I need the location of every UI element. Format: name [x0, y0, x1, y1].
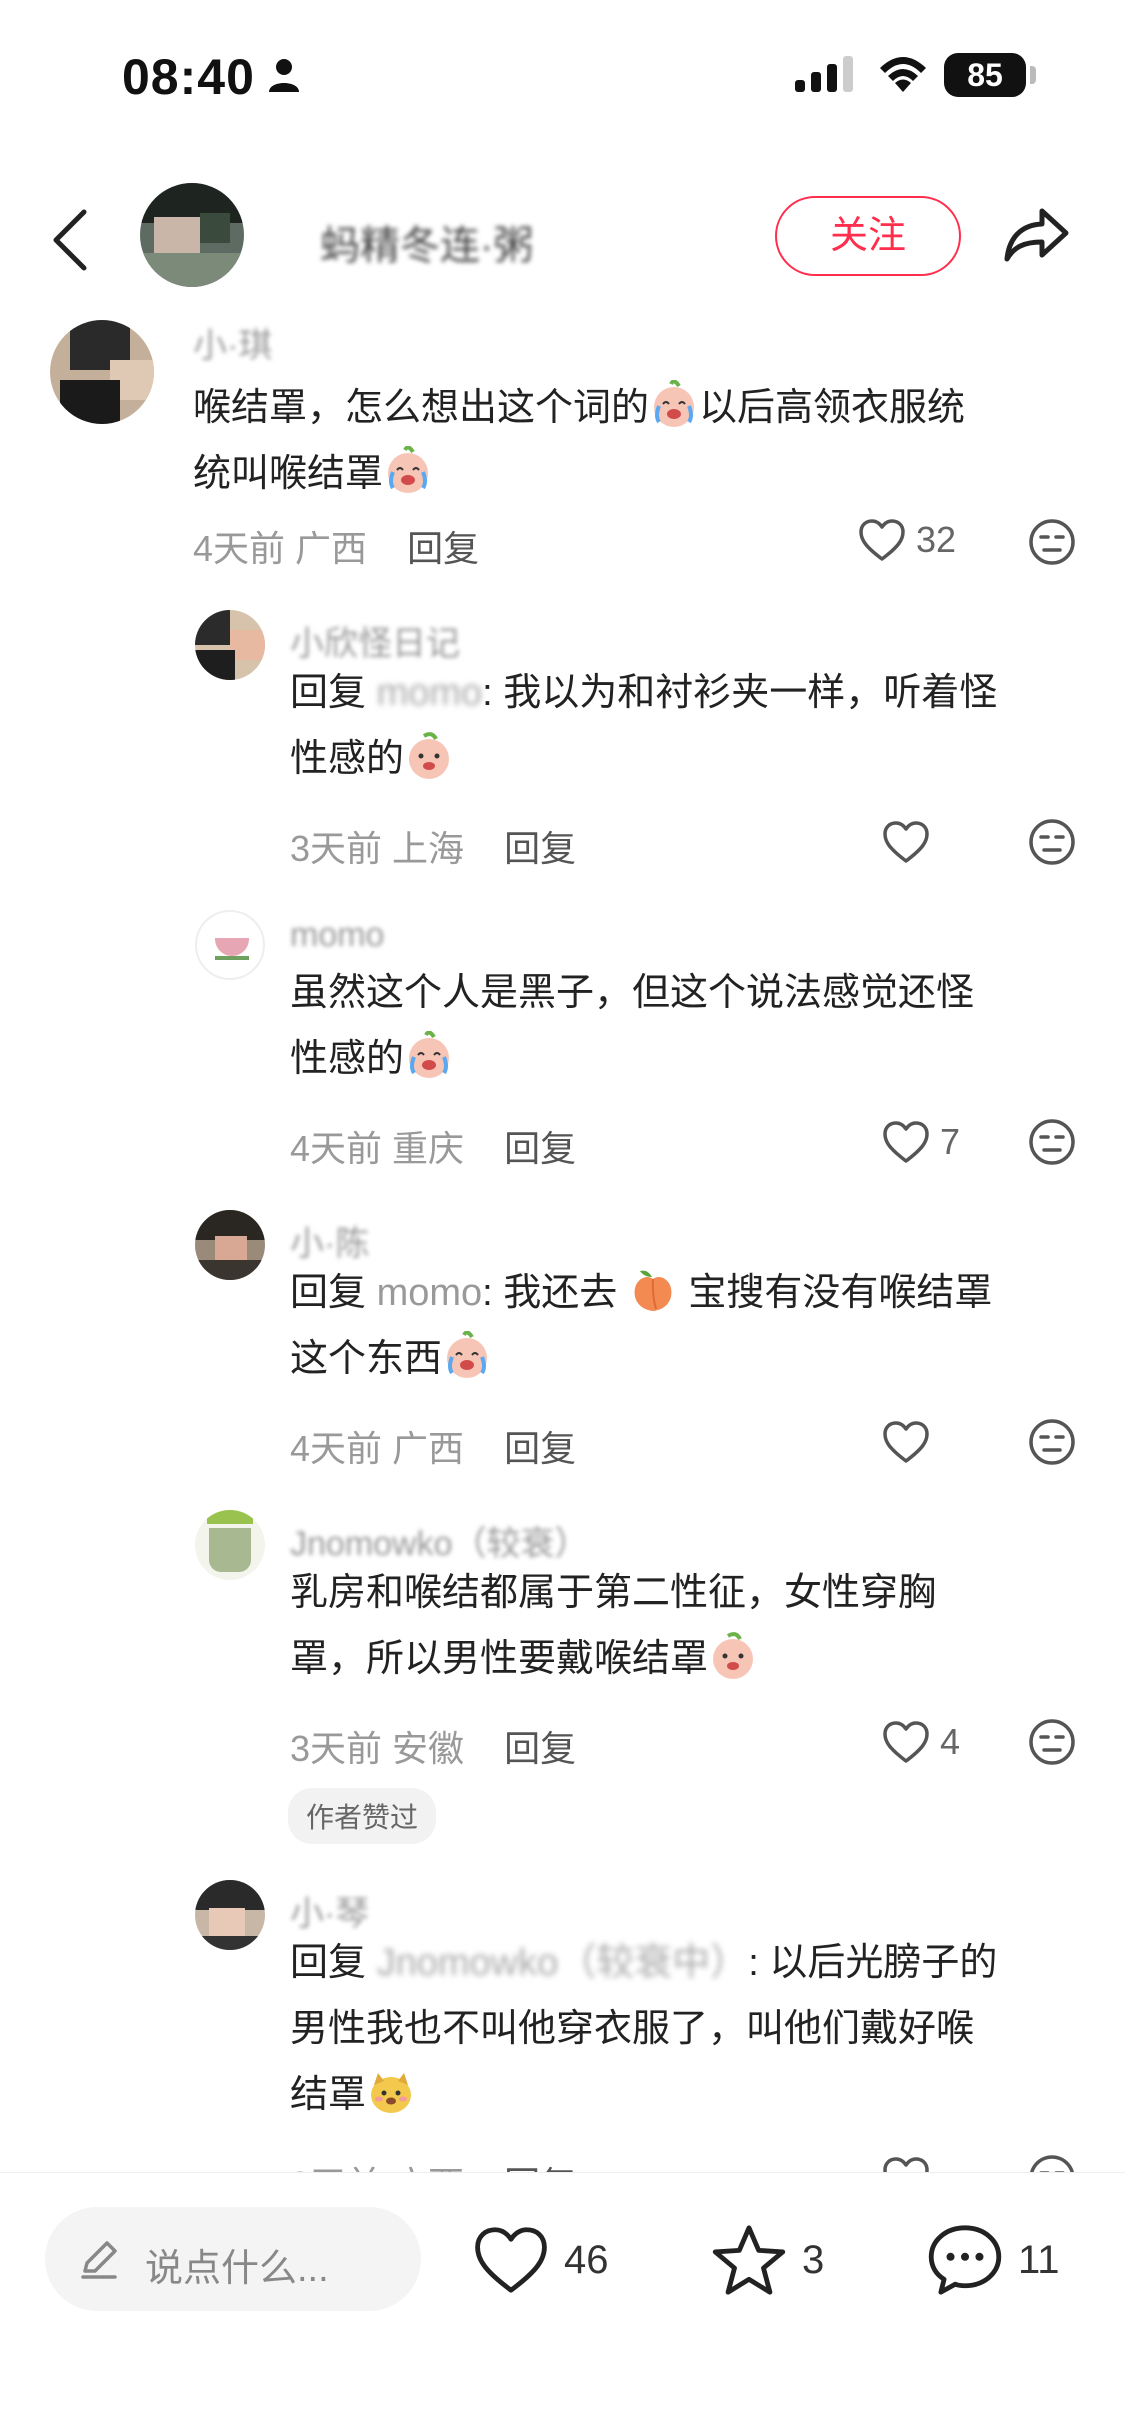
battery-level: 85	[944, 53, 1026, 97]
like-button[interactable]: 4	[882, 1720, 960, 1764]
comment-text[interactable]: 喉结罩，怎么想出这个词的 以后高领衣服统 统叫喉结罩	[193, 375, 1073, 507]
post-header: 蚂精冬连·粥 关注	[0, 180, 1125, 300]
reply-button[interactable]: 回复	[504, 2164, 576, 2172]
peach-emoji	[409, 732, 450, 779]
like-count: 32	[916, 519, 957, 560]
like-count: 7	[940, 1121, 961, 1162]
comment-text[interactable]: 乳房和喉结都属于第二性征，女性穿胸 罩，所以男性要戴喉结罩	[290, 1560, 1080, 1692]
battery-cap	[1030, 66, 1036, 84]
post-like-count: 46	[564, 2237, 609, 2282]
commenter-avatar[interactable]	[195, 610, 265, 680]
like-button[interactable]	[882, 1420, 940, 1464]
dislike-icon[interactable]	[1028, 1118, 1076, 1166]
comment-location: 广西	[392, 1428, 465, 1469]
comment-location: 广西	[295, 528, 368, 569]
heart-icon	[475, 2227, 547, 2293]
like-button[interactable]	[882, 820, 940, 864]
dislike-icon[interactable]	[1028, 1418, 1076, 1466]
comment-text[interactable]: 虽然这个人是黑子，但这个说法感觉还怪 性感的	[290, 960, 1080, 1092]
commenter-avatar[interactable]	[195, 910, 265, 980]
comment-list[interactable]: 小·琪 喉结罩，怎么想出这个词的 以后高领衣服统 统叫喉结罩 4天前 广西 回复 3…	[0, 310, 1125, 2172]
comment-location: 上海	[392, 828, 465, 869]
shy-dog-emoji	[371, 2073, 412, 2113]
post-like-button[interactable]: 46	[472, 2225, 609, 2295]
comment-location: 重庆	[392, 1128, 465, 1169]
comment-text[interactable]: 回复 Jnomowko（较衰中）: 以后光膀子的 男性我也不叫他穿衣服了，叫他们戴…	[290, 1930, 1080, 2128]
comment-time: 3天前	[290, 2164, 382, 2172]
commenter-name[interactable]: 小·琪	[193, 318, 272, 367]
reply-button[interactable]: 回复	[504, 1428, 576, 1469]
comment-input-placeholder: 说点什么...	[145, 2248, 329, 2290]
like-button[interactable]: 32	[858, 518, 956, 562]
crying-laughing-emoji	[447, 1331, 488, 1378]
back-arrow-icon[interactable]	[50, 208, 90, 272]
comment-count: 11	[1018, 2237, 1060, 2282]
star-icon	[712, 2225, 786, 2295]
follow-button[interactable]: 关注	[775, 196, 961, 276]
commenter-avatar[interactable]	[195, 1210, 265, 1280]
like-count: 4	[940, 1721, 961, 1762]
like-button[interactable]: 7	[882, 1120, 960, 1164]
comment-time: 4天前	[290, 1428, 383, 1469]
author-avatar[interactable]	[140, 183, 244, 287]
comment-meta: 4天前 重庆 回复	[290, 1120, 576, 1172]
share-icon[interactable]	[1002, 205, 1072, 265]
commenter-name[interactable]: 小欣怪日记	[290, 616, 460, 665]
status-bar: 08:40 85	[0, 0, 1125, 150]
commenter-name[interactable]: momo	[290, 916, 384, 955]
crying-laughing-emoji	[409, 1031, 450, 1078]
heart-icon	[883, 1121, 929, 1163]
status-time: 08:40	[122, 49, 255, 105]
bottom-action-bar: 说点什么... 46 3 11	[0, 2172, 1125, 2436]
peach-emoji	[713, 1632, 754, 1679]
reply-button[interactable]: 回复	[504, 1728, 576, 1769]
heart-icon	[883, 1721, 929, 1763]
commenter-avatar[interactable]	[195, 1880, 265, 1950]
comment-time: 4天前	[290, 1128, 383, 1169]
heart-icon	[883, 821, 929, 863]
crying-laughing-emoji	[654, 380, 695, 427]
collect-button[interactable]: 3	[710, 2223, 824, 2297]
like-button[interactable]	[882, 2156, 940, 2172]
wifi-icon	[880, 57, 926, 92]
comment-text[interactable]: 回复 momo: 我以为和衬衫夹一样，听着怪 性感的	[290, 660, 1080, 792]
peach-emoji	[634, 1270, 672, 1311]
comment-location: 广西	[392, 2164, 464, 2172]
heart-icon	[859, 519, 905, 561]
comment-meta: 3天前 广西 回复	[290, 2156, 576, 2172]
comment-meta: 4天前 广西 回复	[290, 1420, 576, 1472]
reply-button[interactable]: 回复	[407, 528, 479, 569]
heart-icon	[883, 2157, 929, 2172]
reply-button[interactable]: 回复	[504, 1128, 576, 1169]
author-liked-badge: 作者赞过	[288, 1788, 437, 1844]
comment-location: 安徽	[392, 1728, 465, 1769]
dislike-icon[interactable]	[1028, 1718, 1076, 1766]
comment-input[interactable]: 说点什么...	[45, 2207, 421, 2311]
commenter-name[interactable]: 小·陈	[290, 1216, 369, 1265]
dislike-icon[interactable]	[1028, 2154, 1076, 2172]
commenter-avatar[interactable]	[195, 1510, 265, 1580]
heart-icon	[883, 1421, 929, 1463]
comment-meta: 3天前 安徽 回复	[290, 1720, 576, 1772]
dislike-icon[interactable]	[1028, 518, 1076, 566]
comment-meta: 4天前 广西 回复	[193, 520, 479, 572]
dislike-icon[interactable]	[1028, 818, 1076, 866]
reply-button[interactable]: 回复	[504, 828, 576, 869]
collect-count: 3	[802, 2237, 825, 2282]
crying-laughing-emoji	[388, 446, 429, 493]
commenter-name[interactable]: 小·琴	[290, 1886, 369, 1935]
comment-time: 4天前	[193, 528, 286, 569]
comment-time: 3天前	[290, 1728, 383, 1769]
signal-icon	[795, 56, 853, 92]
comment-text[interactable]: 回复 momo: 我还去 宝搜有没有喉结罩 这个东西	[290, 1260, 1080, 1392]
comment-bubble-icon	[928, 2225, 1002, 2295]
comment-time: 3天前	[290, 828, 383, 869]
commenter-name[interactable]: Jnomowko（较衰）	[290, 1516, 589, 1565]
author-name[interactable]: 蚂精冬连·粥	[320, 213, 533, 271]
person-icon	[269, 59, 299, 92]
pen-icon	[81, 2241, 117, 2279]
comment-meta: 3天前 上海 回复	[290, 820, 576, 872]
comment-count-button[interactable]: 11	[926, 2223, 1060, 2297]
commenter-avatar[interactable]	[50, 320, 154, 424]
